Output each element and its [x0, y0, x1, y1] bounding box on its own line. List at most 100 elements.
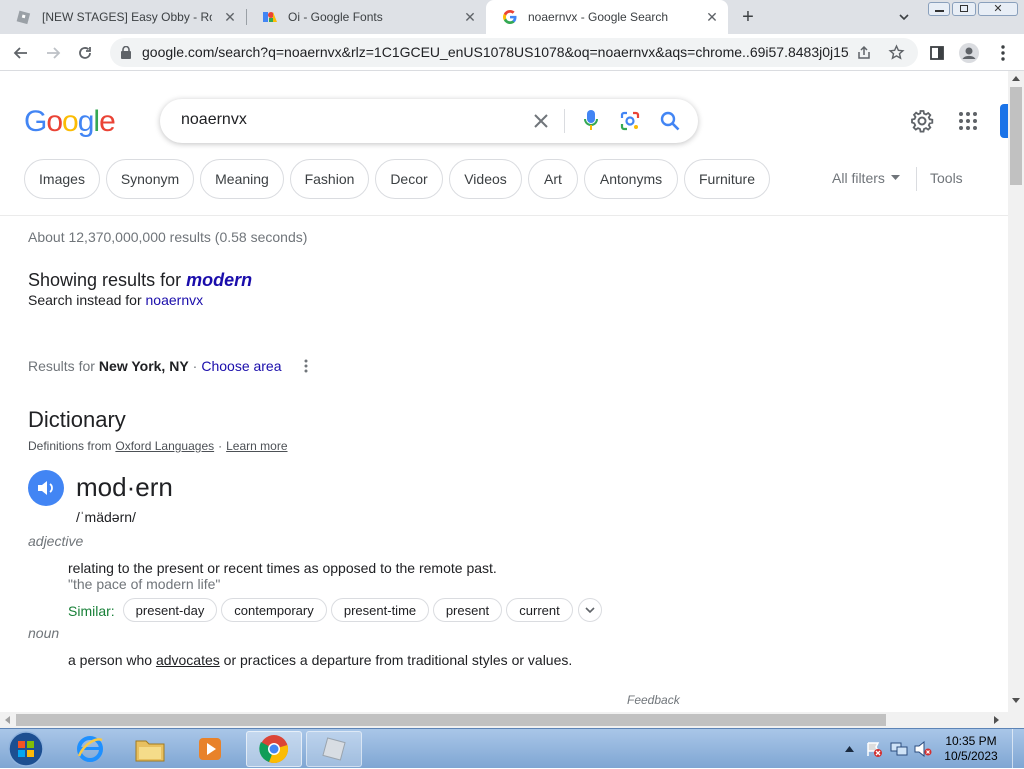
horizontal-scrollbar[interactable]	[0, 712, 1024, 728]
definition-2: a person who advocates or practices a de…	[68, 652, 572, 668]
similar-chip[interactable]: present-time	[331, 598, 429, 622]
scroll-up-arrow-icon[interactable]	[1012, 75, 1020, 81]
network-icon[interactable]	[890, 741, 908, 757]
minimize-icon	[935, 10, 944, 12]
example-1: "the pace of modern life"	[68, 576, 221, 592]
search-box[interactable]: noaernvx	[160, 99, 698, 143]
horizontal-scroll-thumb[interactable]	[16, 714, 886, 726]
pronunciation-play-button[interactable]	[28, 470, 64, 506]
similar-chip[interactable]: contemporary	[221, 598, 327, 622]
lens-camera-icon[interactable]	[620, 111, 640, 131]
tab-search-chevron-icon[interactable]	[897, 10, 911, 24]
chip-antonyms[interactable]: Antonyms	[584, 159, 678, 199]
dropdown-caret-icon	[890, 175, 900, 180]
start-button[interactable]	[0, 731, 52, 767]
show-desktop-button[interactable]	[1012, 729, 1024, 769]
similar-chip[interactable]: current	[506, 598, 573, 622]
search-instead-label: Search instead for	[28, 292, 142, 308]
chip-images[interactable]: Images	[24, 159, 100, 199]
more-options-icon[interactable]	[304, 359, 308, 373]
source-separator: ·	[218, 439, 223, 453]
choose-area-link[interactable]: Choose area	[201, 358, 281, 374]
tab-close-icon[interactable]: ✕	[704, 9, 720, 25]
definition-2-end: or practices a departure from traditiona…	[223, 652, 573, 668]
similar-label: Similar:	[68, 603, 115, 619]
filters-divider	[916, 167, 917, 191]
scroll-right-arrow-icon[interactable]	[994, 716, 1000, 724]
side-panel-button[interactable]	[924, 40, 950, 66]
clock-time: 10:35 PM	[945, 734, 997, 748]
show-hidden-icons-chevron-icon[interactable]	[845, 745, 854, 752]
volume-muted-icon[interactable]	[914, 741, 932, 757]
more-vert-icon	[1001, 45, 1005, 61]
clear-search-icon[interactable]	[533, 113, 549, 129]
bookmark-star-icon[interactable]	[888, 44, 905, 61]
tab-close-icon[interactable]: ✕	[222, 9, 238, 25]
forward-button[interactable]	[40, 40, 66, 66]
advocates-link[interactable]: advocates	[156, 652, 220, 668]
taskbar-chrome[interactable]	[246, 731, 302, 767]
reload-button[interactable]	[72, 40, 98, 66]
share-icon[interactable]	[856, 45, 872, 61]
learn-more-link[interactable]: Learn more	[226, 439, 287, 453]
minimize-button[interactable]	[928, 2, 950, 16]
logo-letter: G	[24, 105, 47, 138]
chip-furniture[interactable]: Furniture	[684, 159, 770, 199]
taskbar-media-player[interactable]	[182, 731, 238, 767]
restore-icon	[960, 5, 968, 12]
chip-decor[interactable]: Decor	[375, 159, 443, 199]
google-apps-grid-icon[interactable]	[958, 111, 978, 131]
media-player-icon	[199, 738, 221, 760]
scroll-down-arrow-icon[interactable]	[1012, 698, 1020, 704]
new-tab-button[interactable]: +	[737, 6, 759, 28]
chip-fashion[interactable]: Fashion	[290, 159, 369, 199]
tools-button[interactable]: Tools	[930, 170, 963, 186]
restore-button[interactable]	[952, 2, 976, 16]
all-filters-button[interactable]: All filters	[832, 170, 900, 186]
chip-videos[interactable]: Videos	[449, 159, 522, 199]
original-query-link[interactable]: noaernvx	[146, 292, 204, 308]
system-clock[interactable]: 10:35 PM 10/5/2023	[936, 734, 1006, 764]
part-of-speech-adjective: adjective	[28, 533, 84, 549]
similar-chip[interactable]: present	[433, 598, 502, 622]
forward-arrow-icon	[47, 47, 61, 59]
search-icon[interactable]	[660, 111, 680, 131]
part-of-speech-noun: noun	[28, 625, 60, 641]
tab-roblox[interactable]: [NEW STAGES] Easy Obby - Roblox ✕	[0, 0, 246, 34]
url-text[interactable]: google.com/search?q=noaernvx&rlz=1C1GCEU…	[142, 44, 850, 60]
oxford-languages-link[interactable]: Oxford Languages	[115, 439, 214, 453]
vertical-scroll-thumb[interactable]	[1010, 87, 1022, 185]
action-center-flag-icon[interactable]	[866, 741, 882, 757]
corrected-query-link[interactable]: modern	[186, 270, 252, 290]
chip-art[interactable]: Art	[528, 159, 578, 199]
expand-similar-button[interactable]	[578, 598, 602, 622]
close-window-button[interactable]: ✕	[978, 2, 1018, 16]
vertical-scrollbar[interactable]	[1008, 71, 1024, 712]
search-instead: Search instead for noaernvx	[28, 292, 203, 308]
dictionary-source: Definitions from Oxford Languages · Lear…	[28, 439, 288, 453]
settings-gear-icon[interactable]	[910, 109, 934, 133]
voice-search-icon[interactable]	[584, 109, 598, 131]
lock-icon[interactable]	[120, 46, 132, 59]
google-logo[interactable]: Google	[24, 105, 116, 139]
browser-menu-button[interactable]	[990, 40, 1016, 66]
feedback-link[interactable]: Feedback	[627, 693, 680, 707]
search-input[interactable]: noaernvx	[181, 111, 247, 129]
all-filters-label: All filters	[832, 170, 885, 186]
scroll-left-arrow-icon[interactable]	[4, 716, 10, 724]
taskbar-internet-explorer[interactable]	[62, 731, 118, 767]
taskbar-file-explorer[interactable]	[122, 731, 178, 767]
sign-in-button[interactable]	[1000, 104, 1008, 138]
location-name: New York, NY	[98, 358, 189, 374]
chip-synonym[interactable]: Synonym	[106, 159, 194, 199]
chip-meaning[interactable]: Meaning	[200, 159, 284, 199]
similar-chip[interactable]: present-day	[123, 598, 217, 622]
address-bar[interactable]: google.com/search?q=noaernvx&rlz=1C1GCEU…	[110, 38, 918, 67]
location-line: Results for New York, NY · Choose area	[28, 358, 308, 374]
taskbar-roblox[interactable]	[306, 731, 362, 767]
back-button[interactable]	[8, 40, 34, 66]
tab-google-search[interactable]: noaernvx - Google Search ✕	[486, 0, 728, 34]
profile-button[interactable]	[956, 40, 982, 66]
tab-close-icon[interactable]: ✕	[462, 9, 478, 25]
tab-google-fonts[interactable]: Oi - Google Fonts ✕	[246, 0, 486, 34]
